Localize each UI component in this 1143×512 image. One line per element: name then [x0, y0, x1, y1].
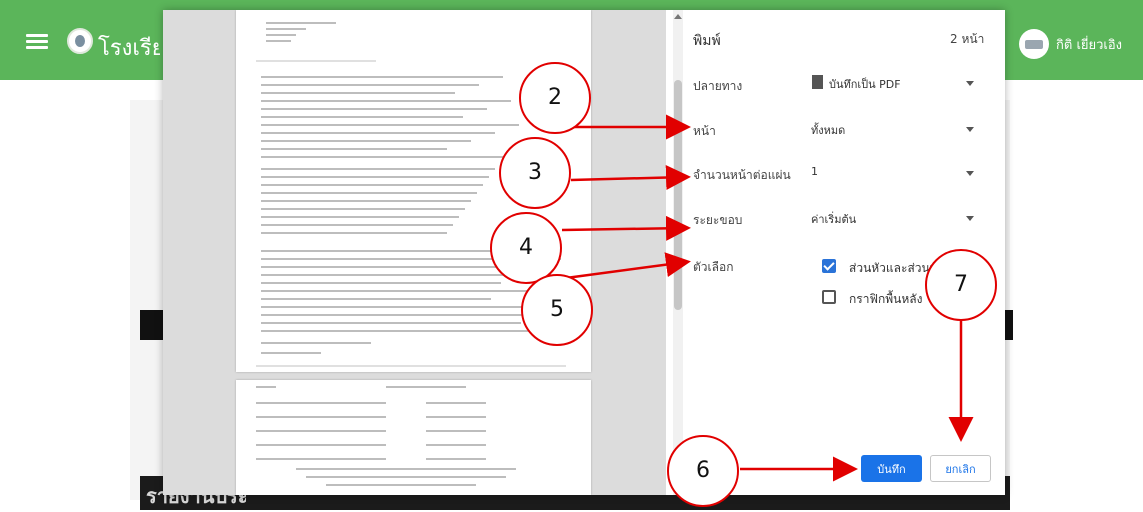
arrow-4 — [561, 215, 691, 241]
annotation-marker-7: 7 — [925, 249, 997, 321]
arrow-3 — [570, 165, 691, 191]
annotation-marker-5: 5 — [521, 274, 593, 346]
annotation-marker-6: 6 — [667, 435, 739, 507]
annotation-marker-4: 4 — [490, 212, 562, 284]
annotation-marker-3: 3 — [499, 137, 571, 209]
annotation-marker-2: 2 — [519, 62, 591, 134]
arrow-5 — [565, 252, 691, 280]
